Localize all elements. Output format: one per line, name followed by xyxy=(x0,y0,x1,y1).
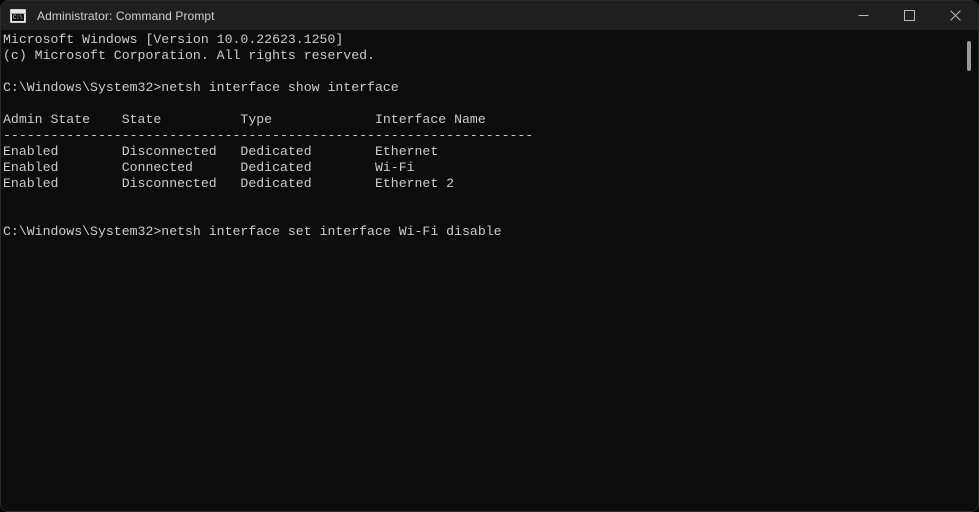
window-title: Administrator: Command Prompt xyxy=(37,8,215,23)
terminal-output-area[interactable]: Microsoft Windows [Version 10.0.22623.12… xyxy=(1,30,978,511)
terminal-scrollbar[interactable] xyxy=(961,30,977,510)
minimize-icon xyxy=(858,15,868,16)
close-icon xyxy=(949,10,961,21)
maximize-button[interactable] xyxy=(886,1,932,30)
maximize-icon xyxy=(903,10,915,21)
console-text: Microsoft Windows [Version 10.0.22623.12… xyxy=(3,32,534,239)
close-button[interactable] xyxy=(932,1,978,30)
window-titlebar[interactable]: C:\ Administrator: Command Prompt xyxy=(1,1,978,30)
window-controls xyxy=(840,1,978,30)
command-prompt-icon: C:\ xyxy=(10,8,26,23)
minimize-button[interactable] xyxy=(840,1,886,30)
command-prompt-window: C:\ Administrator: Command Prompt Micros… xyxy=(0,0,979,512)
command-prompt-icon-glyph: C:\ xyxy=(12,13,24,21)
scrollbar-thumb[interactable] xyxy=(967,41,971,71)
